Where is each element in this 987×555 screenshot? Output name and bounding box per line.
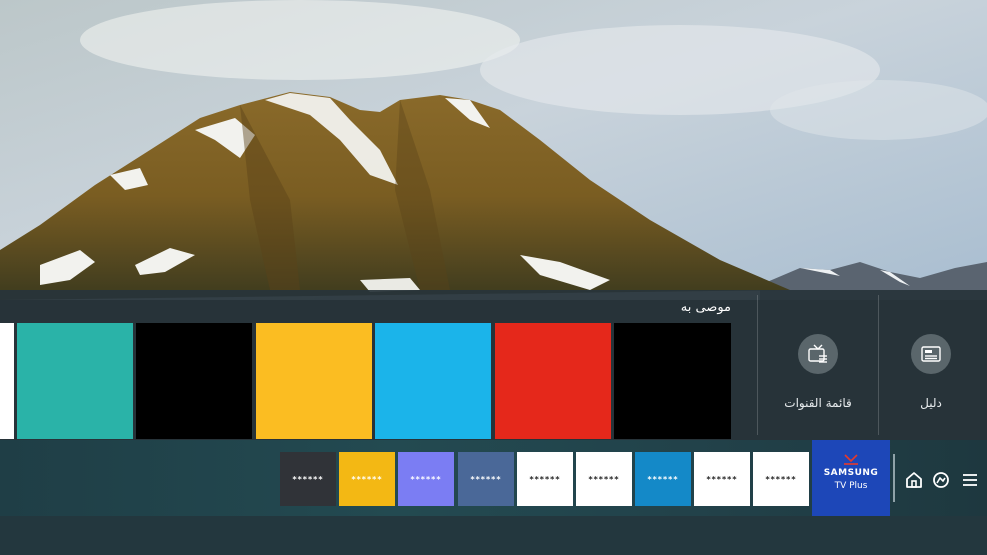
menu-icon[interactable]	[960, 470, 980, 490]
app-label: ******	[706, 474, 738, 484]
app-label: ******	[529, 474, 561, 484]
app-tile[interactable]: ******	[753, 452, 809, 506]
recommended-tile-4[interactable]	[256, 323, 372, 439]
app-tile[interactable]: ******	[339, 452, 395, 506]
recommended-title: موصى به	[680, 300, 731, 315]
app-tile[interactable]: ******	[458, 452, 514, 506]
recommended-tile-5[interactable]	[375, 323, 491, 439]
bottom-strip	[0, 516, 987, 555]
channel-list-label: قائمة القنوات	[784, 396, 852, 410]
recommended-tile-3[interactable]	[136, 323, 252, 439]
recommended-tile-6[interactable]	[495, 323, 611, 439]
home-icon[interactable]	[904, 470, 924, 490]
app-tile[interactable]: ******	[517, 452, 573, 506]
ambient-icon[interactable]	[931, 470, 951, 490]
channel-list-icon	[798, 334, 838, 374]
app-label: ******	[351, 474, 383, 484]
samsung-tv-plus-tile[interactable]: SAMSUNG TV Plus	[812, 440, 890, 516]
recommended-tile-1[interactable]	[0, 323, 14, 439]
panel-divider	[757, 295, 758, 435]
app-tile[interactable]: ******	[280, 452, 336, 506]
channel-list-button[interactable]: قائمة القنوات	[763, 334, 873, 410]
app-label: ******	[410, 474, 442, 484]
guide-label: دليل	[920, 396, 942, 410]
app-label: ******	[765, 474, 797, 484]
app-label: ******	[588, 474, 620, 484]
apps-bar: ****** ****** ****** ****** ****** *****…	[0, 440, 987, 516]
guide-button[interactable]: دليل	[876, 334, 986, 410]
guide-icon	[911, 334, 951, 374]
recommended-panel: موصى به قائمة القنوات دليل	[0, 290, 987, 440]
recommended-tile-2[interactable]	[17, 323, 133, 439]
app-label: ******	[647, 474, 679, 484]
tv-antenna-icon	[844, 454, 858, 465]
tv-plus-name: TV Plus	[834, 481, 868, 491]
app-tile[interactable]: ******	[694, 452, 750, 506]
app-tile[interactable]: ******	[635, 452, 691, 506]
app-label: ******	[292, 474, 324, 484]
bar-separator	[893, 454, 895, 502]
tv-plus-brand: SAMSUNG	[823, 468, 879, 478]
app-tile[interactable]: ******	[398, 452, 454, 506]
recommended-tile-7[interactable]	[614, 323, 731, 439]
app-tile[interactable]: ******	[576, 452, 632, 506]
app-label: ******	[470, 474, 502, 484]
tv-home-screen: موصى به قائمة القنوات دليل ****** ******…	[0, 0, 987, 555]
